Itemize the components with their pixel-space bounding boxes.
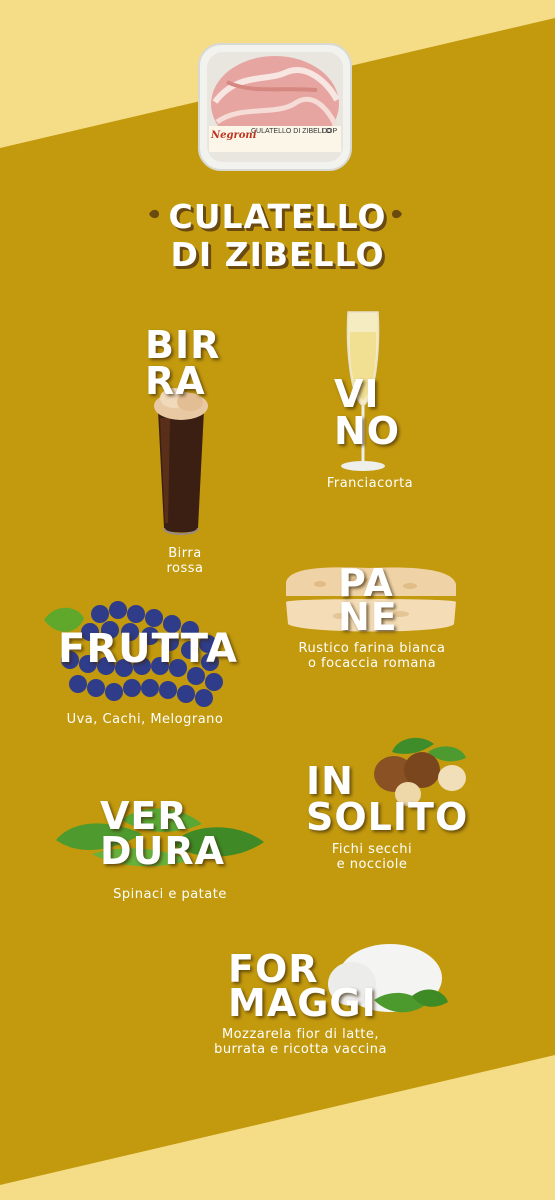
formaggi-caption-1: Mozzarela fior di latte,: [221, 1027, 380, 1042]
frutta-caption-1: Uva, Cachi, Melograno: [66, 712, 224, 727]
insolito-caption-2: e nocciole: [336, 857, 408, 872]
formaggi-word-2: MAGGI: [228, 981, 377, 1025]
frutta-caption: Uva, Cachi, Melograno: [50, 712, 240, 727]
verdura-caption: Spinaci e patate: [90, 887, 250, 902]
vino-caption-1: Franciacorta: [326, 476, 414, 491]
insolito-word-2: SOLITO: [306, 795, 469, 839]
product-package: Negroni CULATELLO DI ZIBELLO DOP: [197, 42, 353, 172]
title-line-2: DI ZIBELLO: [170, 235, 385, 274]
formaggi-caption: Mozzarela fior di latte, burrata e ricot…: [198, 1027, 403, 1057]
page-title: CULATELLO DI ZIBELLO: [0, 198, 555, 274]
pane-word-2: NE: [338, 595, 398, 639]
verdura-caption-1: Spinaci e patate: [113, 887, 227, 902]
birra-caption-2: rossa: [166, 561, 204, 576]
product-brand: Negroni: [211, 130, 257, 141]
insolito-caption: Fichi secchi e nocciole: [322, 842, 422, 872]
pane-caption: Rustico farina bianca o focaccia romana: [282, 641, 462, 671]
birra-caption-1: Birra: [168, 546, 202, 561]
vino-word-2: NO: [334, 409, 401, 453]
birra-word-2: RA: [145, 359, 206, 403]
prosciutto-image: [198, 43, 352, 171]
beer-glass-icon: [148, 388, 214, 538]
vino-caption: Franciacorta: [300, 476, 440, 491]
product-badge: DOP: [322, 128, 338, 135]
birra-caption: Birra rossa: [140, 546, 230, 576]
formaggi-caption-2: burrata e ricotta vaccina: [214, 1042, 387, 1057]
verdura-word-2: DURA: [100, 829, 226, 873]
pane-caption-1: Rustico farina bianca: [298, 641, 446, 656]
product-label: CULATELLO DI ZIBELLO: [251, 128, 332, 135]
pane-caption-2: o focaccia romana: [307, 656, 437, 671]
vino-word-1: VI: [334, 372, 380, 416]
insolito-caption-1: Fichi secchi: [331, 842, 413, 857]
frutta-word: FRUTTA: [58, 626, 238, 672]
title-line-1: CULATELLO: [168, 197, 387, 236]
